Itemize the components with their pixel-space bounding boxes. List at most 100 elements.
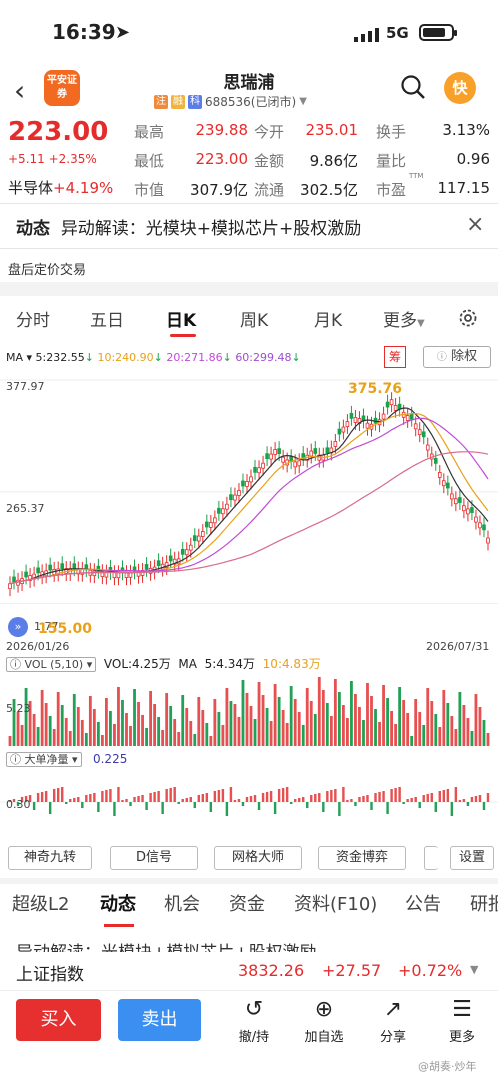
vol-legend[interactable]: ⓘ VOL (5,10) ▾ VOL:4.25万 MA 5:4.34万 10:4… <box>6 655 321 672</box>
expand-icon[interactable]: » <box>8 617 28 637</box>
netflow-chart[interactable] <box>0 770 498 836</box>
share-button[interactable]: ↗ 分享 <box>363 998 423 1046</box>
candle-body <box>421 431 426 438</box>
news-label: 动态 <box>16 219 50 239</box>
candle-body <box>293 461 297 468</box>
netflow-bar <box>181 799 184 802</box>
candle-body <box>325 447 330 454</box>
netflow-bar <box>302 797 305 802</box>
candle-body <box>333 441 338 447</box>
netflow-bar <box>342 787 345 802</box>
vol-selector[interactable]: ⓘ VOL (5,10) ▾ <box>6 657 97 672</box>
candle-body <box>277 448 281 455</box>
tab-announcements[interactable]: 公告 <box>405 890 441 916</box>
netflow-bar <box>141 795 144 802</box>
tab-funds[interactable]: 资金 <box>229 890 265 916</box>
tool-grid-master[interactable]: 网格大师 <box>214 846 302 870</box>
candle-body <box>213 517 217 524</box>
candle-body <box>196 535 201 542</box>
tab-f10[interactable]: 资料(F10) <box>294 890 377 916</box>
netflow-bar <box>269 791 273 802</box>
volume-bar <box>169 706 173 746</box>
after-hours-link[interactable]: 盘后定价交易 <box>8 259 86 278</box>
netflow-axis-label: 0.30 <box>6 798 31 811</box>
netflow-bar <box>97 802 100 812</box>
tool-d-signal[interactable]: D信号 <box>110 846 198 870</box>
tab-month-k[interactable]: 月K <box>314 306 342 331</box>
add-watchlist-button[interactable]: ⊕ 加自选 <box>294 998 354 1046</box>
volume-chart[interactable] <box>0 672 498 746</box>
tab-dynamics[interactable]: 动态 <box>100 890 136 916</box>
volume-bar <box>60 705 64 746</box>
tool-nine-turns[interactable]: 神奇九转 <box>8 846 92 870</box>
more-button[interactable]: ☰ 更多 <box>432 998 492 1046</box>
detail-tabs: 超级L2 动态 机会 资金 资料(F10) 公告 研报 <box>0 890 498 922</box>
volume-bar <box>193 734 197 746</box>
quick-trade-icon[interactable]: 快 <box>444 72 476 104</box>
active-tab-underline <box>104 924 134 927</box>
ma60-line <box>9 451 489 585</box>
netflow-bar <box>350 799 353 802</box>
tab-week-k[interactable]: 周K <box>240 306 268 331</box>
quote-value: 302.5亿 <box>300 181 358 199</box>
section-gap <box>0 282 498 296</box>
adjust-mode-button[interactable]: ⓘ 除权 <box>423 346 491 368</box>
cancel-hold-button[interactable]: ↺ 撤/持 <box>224 998 284 1046</box>
status-bar: 16:39 ➤ 5G <box>0 0 498 64</box>
battery-icon <box>419 24 457 41</box>
volume-bar <box>56 692 60 746</box>
candle-body <box>478 522 482 529</box>
adjust-mode-label: 除权 <box>451 349 478 364</box>
tool-settings[interactable]: 设置 <box>450 846 494 870</box>
info-icon: ⓘ <box>10 753 21 766</box>
netflow-bar <box>386 802 389 814</box>
close-icon[interactable]: × <box>466 212 484 237</box>
news-preview[interactable]: 异动解读：光模块+模拟芯片+股权激励 <box>16 938 486 952</box>
netflow-bar <box>466 802 470 806</box>
change-abs: +5.11 <box>8 152 45 166</box>
candle-body <box>425 444 430 451</box>
volume-bar <box>418 712 422 746</box>
tab-more[interactable]: 更多▼ <box>383 306 425 331</box>
kline-chart[interactable] <box>0 372 498 648</box>
ma-legend[interactable]: MA ▾ 5:232.55↓ 10:240.90↓ 20:271.86↓ 60:… <box>6 351 301 364</box>
tab-super-l2[interactable]: 超级L2 <box>12 890 69 916</box>
dropdown-triangle-icon[interactable]: ▼ <box>470 963 478 976</box>
tab-research[interactable]: 研报 <box>470 890 498 916</box>
tab-fenshi[interactable]: 分时 <box>16 306 50 331</box>
tab-day-k[interactable]: 日K <box>166 306 196 331</box>
netflow-bar <box>36 793 40 802</box>
volume-bar <box>261 695 265 746</box>
tool-fund-game[interactable]: 资金博弈 <box>318 846 406 870</box>
chip-distribution-button[interactable]: 筹 <box>384 346 406 368</box>
gear-icon[interactable] <box>458 308 478 328</box>
candle-body <box>365 422 370 429</box>
buy-button[interactable]: 买入 <box>16 999 101 1041</box>
tab-opportunity[interactable]: 机会 <box>164 890 200 916</box>
search-icon[interactable] <box>400 74 426 100</box>
volume-bar <box>72 694 76 746</box>
period-tabs: 分时 五日 日K 周K 月K 更多▼ <box>0 306 498 336</box>
news-banner[interactable]: 动态 异动解读：光模块+模拟芯片+股权激励 <box>16 214 361 239</box>
netflow-selector[interactable]: ⓘ 大单净量 ▾ <box>6 752 82 767</box>
sell-button[interactable]: 卖出 <box>118 999 201 1041</box>
netflow-bar <box>382 791 385 802</box>
sector-change[interactable]: 半导体+4.19% <box>8 177 113 198</box>
netflow-legend[interactable]: ⓘ 大单净量 ▾ 0.225 <box>6 751 127 767</box>
volume-bar <box>398 687 402 746</box>
section-gap <box>0 878 498 884</box>
candle-body <box>112 572 117 579</box>
netflow-bar <box>205 793 209 802</box>
tab-5day[interactable]: 五日 <box>90 306 124 331</box>
index-ticker[interactable]: 上证指数 3832.26 +27.57 +0.72% ▼ <box>0 954 498 988</box>
dropdown-triangle-icon[interactable]: ▼ <box>299 96 307 107</box>
netflow-bar <box>330 790 333 802</box>
volume-bar <box>40 690 44 746</box>
volume-bar <box>96 722 100 746</box>
volume-bar <box>161 730 165 746</box>
volume-bar <box>374 709 377 746</box>
candle-body <box>209 522 213 528</box>
volume-bar <box>470 731 474 746</box>
netflow-bar <box>366 795 369 802</box>
share-label: 分享 <box>379 1030 406 1045</box>
